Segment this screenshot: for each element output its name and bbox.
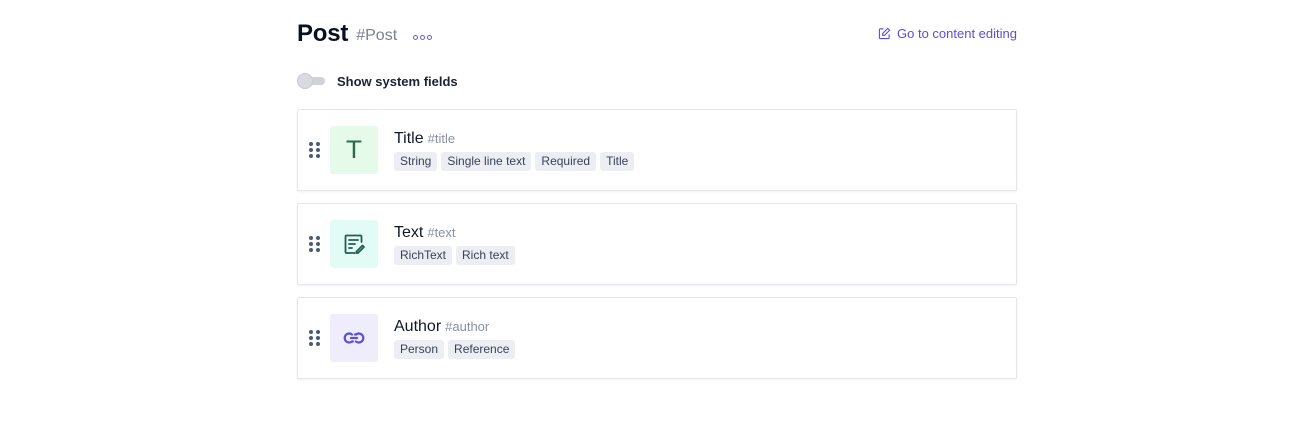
field-row-author[interactable]: Author #author Person Reference <box>297 297 1017 379</box>
rich-text-icon <box>330 220 378 268</box>
drag-handle-icon <box>308 142 320 158</box>
edit-icon <box>878 27 891 40</box>
field-api-id: #text <box>427 224 456 240</box>
field-tags: RichText Rich text <box>394 245 515 265</box>
field-tag: Person <box>394 339 445 359</box>
model-api-id: #Post <box>356 27 398 44</box>
drag-handle[interactable] <box>298 110 330 190</box>
drag-handle-icon <box>308 236 320 252</box>
drag-handle[interactable] <box>298 298 330 378</box>
field-tag: String <box>394 151 438 171</box>
go-to-content-editing-link[interactable]: Go to content editing <box>878 26 1017 41</box>
drag-handle[interactable] <box>298 204 330 284</box>
field-tag: Single line text <box>441 151 532 171</box>
system-fields-row: Show system fields <box>297 72 458 90</box>
field-tags: String Single line text Required Title <box>394 151 635 171</box>
toggle-knob <box>297 73 313 89</box>
dot-icon <box>427 34 433 40</box>
dot-icon <box>413 34 419 40</box>
field-row-text[interactable]: Text #text RichText Rich text <box>297 203 1017 285</box>
field-info: Title #title String Single line text Req… <box>394 129 635 171</box>
field-tag: Rich text <box>456 245 515 265</box>
dot-icon <box>420 34 426 40</box>
field-row-title[interactable]: T Title #title String Single line text R… <box>297 109 1017 191</box>
field-api-id: #title <box>427 130 456 146</box>
field-api-id: #author <box>445 318 490 334</box>
field-tag: Reference <box>448 339 516 359</box>
drag-handle-icon <box>308 330 320 346</box>
go-link-label: Go to content editing <box>897 26 1017 41</box>
page-title: Post <box>297 20 349 47</box>
field-tag: Required <box>535 151 597 171</box>
field-tag: RichText <box>394 245 453 265</box>
field-name: Title <box>394 129 424 147</box>
field-tag: Title <box>600 151 635 171</box>
more-options-button[interactable] <box>413 34 433 40</box>
field-name: Text <box>394 223 424 241</box>
field-info: Author #author Person Reference <box>394 317 516 359</box>
system-fields-label: Show system fields <box>337 73 458 89</box>
system-fields-toggle[interactable] <box>297 72 325 90</box>
field-info: Text #text RichText Rich text <box>394 224 515 265</box>
field-name: Author <box>394 317 442 335</box>
text-t-icon: T <box>330 126 378 174</box>
page-header: Post #Post Go to content editing <box>297 18 1017 50</box>
link-icon <box>330 314 378 362</box>
field-tags: Person Reference <box>394 339 516 359</box>
